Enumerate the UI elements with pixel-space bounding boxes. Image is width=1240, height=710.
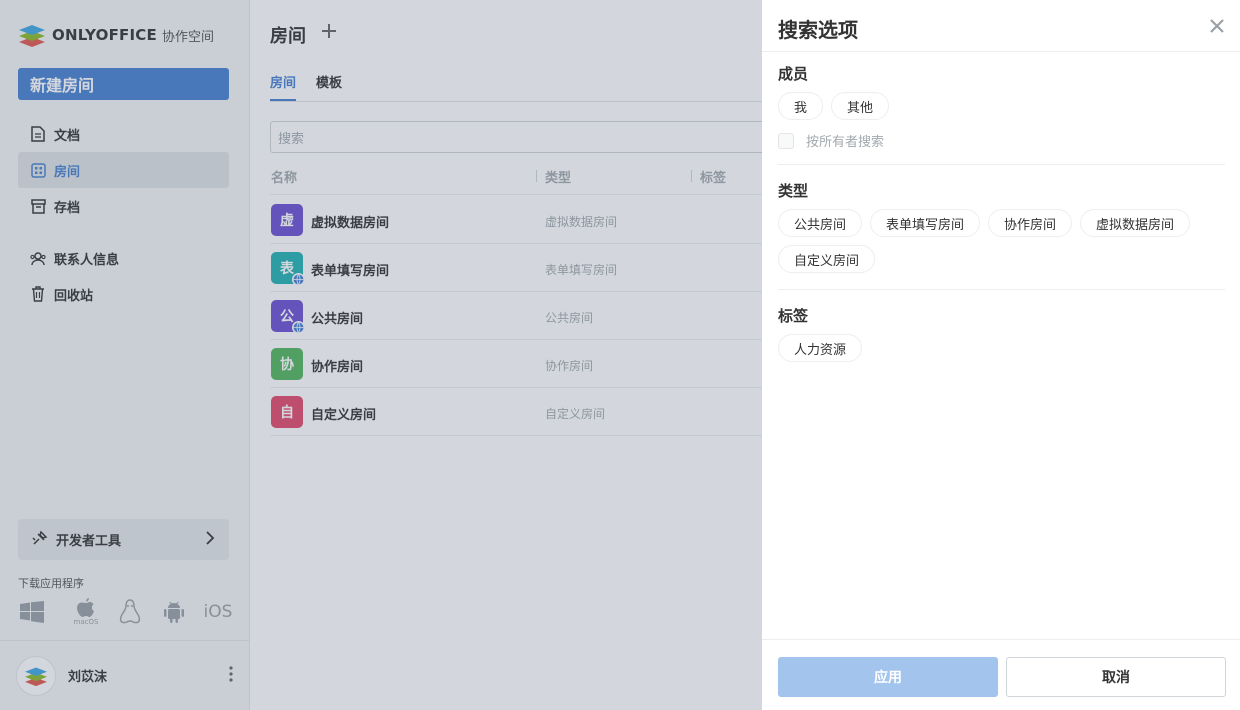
search-by-owner-option[interactable]: 按所有者搜索 — [778, 131, 884, 150]
close-icon[interactable] — [1208, 17, 1226, 35]
search-by-owner-checkbox[interactable] — [778, 132, 794, 149]
panel-title: 搜索选项 — [778, 18, 858, 42]
cancel-button[interactable]: 取消 — [1006, 657, 1226, 697]
search-options-panel: 搜索选项 成员 我 其他 按所有者搜索 类型 公共房间 表单填写房间 协作房间 … — [762, 0, 1240, 710]
members-section-title: 成员 — [778, 65, 809, 83]
panel-header-divider — [762, 51, 1240, 52]
filter-chip-custom-room[interactable]: 自定义房间 — [778, 245, 875, 273]
filter-chip-form-filling-room[interactable]: 表单填写房间 — [870, 209, 980, 237]
modal-backdrop[interactable] — [0, 0, 762, 710]
apply-button[interactable]: 应用 — [778, 657, 998, 697]
search-by-owner-label: 按所有者搜索 — [806, 135, 885, 150]
type-section-title: 类型 — [778, 182, 809, 200]
section-divider — [778, 164, 1225, 165]
filter-chip-me[interactable]: 我 — [778, 92, 823, 120]
panel-footer: 应用 取消 — [762, 639, 1240, 710]
filter-chip-others[interactable]: 其他 — [831, 92, 889, 120]
tags-section-title: 标签 — [778, 307, 809, 325]
filter-chip-public-room[interactable]: 公共房间 — [778, 209, 862, 237]
filter-chip-collaboration-room[interactable]: 协作房间 — [988, 209, 1072, 237]
section-divider — [778, 289, 1225, 290]
filter-chip-hr-tag[interactable]: 人力资源 — [778, 334, 862, 362]
filter-chip-virtual-data-room[interactable]: 虚拟数据房间 — [1080, 209, 1190, 237]
